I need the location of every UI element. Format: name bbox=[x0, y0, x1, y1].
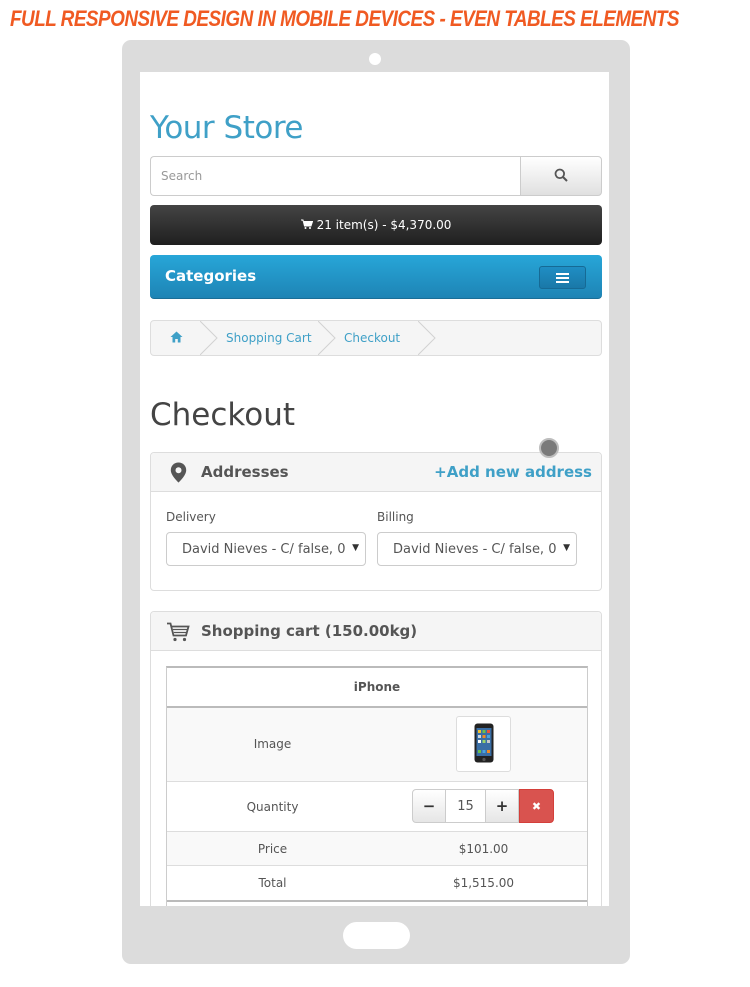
price-label: Price bbox=[257, 842, 288, 856]
add-new-address-link[interactable]: +Add new address bbox=[434, 463, 592, 481]
store-logo-title[interactable]: Your Store bbox=[150, 110, 303, 146]
categories-navbar: Categories bbox=[150, 255, 602, 299]
addresses-panel-header: Addresses +Add new address bbox=[151, 453, 601, 492]
total-value: $1,515.00 bbox=[452, 876, 515, 890]
home-icon bbox=[170, 331, 183, 346]
cart-table: iPhone Image Quantity − 15 + ✖ Price $10… bbox=[166, 666, 588, 906]
product-image[interactable] bbox=[456, 716, 511, 772]
breadcrumb-label: Shopping Cart bbox=[226, 331, 312, 345]
search-icon bbox=[554, 167, 568, 186]
shopping-cart-icon bbox=[166, 622, 190, 646]
table-row: Total $1,515.00 bbox=[167, 866, 587, 900]
quantity-stepper: − 15 + ✖ bbox=[412, 789, 554, 823]
addresses-title: Addresses bbox=[201, 463, 289, 481]
breadcrumb-checkout[interactable]: Checkout bbox=[327, 321, 436, 355]
decrease-quantity-button[interactable]: − bbox=[412, 789, 446, 823]
breadcrumb-shopping-cart[interactable]: Shopping Cart bbox=[209, 321, 336, 355]
increase-quantity-button[interactable]: + bbox=[485, 789, 519, 823]
addresses-panel: Addresses +Add new address Delivery Davi… bbox=[150, 452, 602, 591]
page-title: Checkout bbox=[150, 397, 296, 433]
billing-label: Billing bbox=[377, 510, 414, 524]
chevron-down-icon: ▼ bbox=[349, 543, 359, 553]
cart-summary-text: 21 item(s) - $4,370.00 bbox=[316, 218, 452, 232]
search-button[interactable] bbox=[520, 156, 602, 196]
iphone-icon bbox=[474, 723, 494, 766]
breadcrumb: Shopping Cart Checkout bbox=[150, 320, 602, 356]
map-marker-icon bbox=[170, 462, 187, 487]
total-label: Total bbox=[258, 876, 287, 890]
billing-selected-value: David Nieves - C/ false, 0 bbox=[393, 541, 557, 557]
device-camera bbox=[369, 53, 381, 65]
price-value: $101.00 bbox=[458, 842, 509, 856]
table-row: Image bbox=[167, 708, 587, 782]
cart-icon bbox=[300, 218, 313, 232]
device-screen: Your Store 21 item(s) - $4,370.00 Catego… bbox=[140, 72, 609, 906]
quantity-label: Quantity bbox=[246, 800, 299, 814]
image-label: Image bbox=[253, 737, 292, 751]
device-home-button[interactable] bbox=[343, 922, 410, 949]
billing-address-select[interactable]: David Nieves - C/ false, 0 ▼ bbox=[377, 532, 577, 566]
tablet-device-frame: Your Store 21 item(s) - $4,370.00 Catego… bbox=[122, 40, 630, 964]
table-row: Quantity − 15 + ✖ bbox=[167, 782, 587, 832]
quantity-input[interactable]: 15 bbox=[446, 789, 485, 823]
table-row: Price $101.00 bbox=[167, 832, 587, 866]
cart-product-name[interactable]: iPhone bbox=[167, 668, 587, 708]
search-bar bbox=[150, 156, 602, 196]
touch-cursor-indicator bbox=[539, 438, 559, 458]
shopping-cart-title: Shopping cart (150.00kg) bbox=[201, 622, 418, 640]
breadcrumb-home[interactable] bbox=[151, 321, 218, 355]
chevron-down-icon: ▼ bbox=[560, 543, 570, 553]
delivery-selected-value: David Nieves - C/ false, 0 bbox=[182, 541, 346, 557]
categories-label: Categories bbox=[165, 267, 257, 285]
menu-icon bbox=[556, 272, 569, 275]
shopping-cart-panel: Shopping cart (150.00kg) iPhone Image Qu… bbox=[150, 611, 602, 906]
remove-item-button[interactable]: ✖ bbox=[519, 789, 554, 823]
cart-summary-button[interactable]: 21 item(s) - $4,370.00 bbox=[150, 205, 602, 245]
promo-banner-title: FULL RESPONSIVE DESIGN IN MOBILE DEVICES… bbox=[10, 6, 680, 31]
table-divider bbox=[167, 900, 587, 906]
search-input[interactable] bbox=[150, 156, 521, 196]
delivery-label: Delivery bbox=[166, 510, 216, 524]
breadcrumb-label: Checkout bbox=[344, 331, 401, 345]
menu-toggle-button[interactable] bbox=[539, 266, 586, 289]
delivery-address-select[interactable]: David Nieves - C/ false, 0 ▼ bbox=[166, 532, 366, 566]
shopping-cart-panel-header: Shopping cart (150.00kg) bbox=[151, 612, 601, 651]
